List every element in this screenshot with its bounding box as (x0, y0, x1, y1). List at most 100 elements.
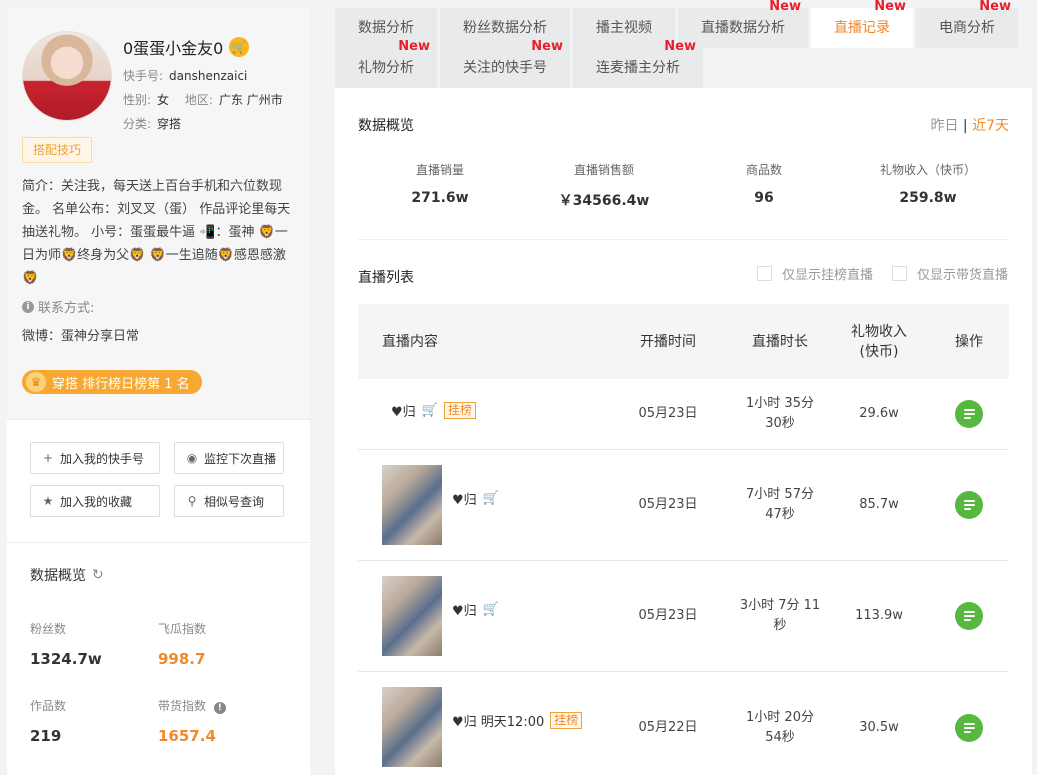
tab-ecommerce[interactable]: 电商分析 New (916, 0, 1018, 48)
monitor-live-label: 监控下次直播 (204, 451, 277, 466)
checkbox-box[interactable] (892, 266, 907, 281)
gender-region: 性别: 女 地区: 广东 广州市 (123, 91, 283, 108)
filter-goods-checkbox[interactable]: 仅显示带货直播 (892, 264, 1008, 283)
date-range: 昨日 | 近7天 (930, 115, 1009, 135)
new-badge: New (979, 0, 1011, 14)
region-label: 地区: (184, 93, 213, 107)
detail-cell (939, 379, 999, 449)
live-title[interactable]: ♥归 🛒 挂榜 (391, 401, 476, 420)
live-duration: 1小时 20分 54秒 (746, 709, 814, 745)
live-duration: 7小时 57分 47秒 (746, 487, 814, 522)
refresh-icon[interactable]: ↻ (92, 567, 104, 583)
crown-icon: ♛ (26, 372, 46, 392)
live-thumbnail[interactable] (382, 687, 442, 767)
left-overview-title: 数据概览 ↻ (30, 565, 104, 585)
detail-list-icon[interactable] (955, 602, 983, 630)
add-favorite-button[interactable]: ★ 加入我的收藏 (30, 485, 160, 517)
summary-value: ￥34566.4w (558, 193, 650, 209)
live-title[interactable]: ♥归 明天12:00 挂榜 (452, 711, 583, 730)
live-date: 05月23日 (638, 497, 698, 512)
summary-gift-income: 礼物收入（快币） 259.8w (848, 161, 1008, 206)
monitor-live-button[interactable]: ◉ 监控下次直播 (174, 442, 284, 474)
live-thumbnail[interactable] (382, 465, 442, 545)
live-date: 05月23日 (638, 608, 698, 623)
header-gift: 礼物收入 (快币) (851, 323, 907, 360)
info-icon: i (22, 300, 34, 313)
table-row: ♥归 🛒 05月23日 7小时 57分 47秒 85.7w (358, 450, 1009, 561)
sales-index-label: 带货指数 (158, 699, 207, 713)
add-kuaishou-label: 加入我的快手号 (60, 451, 145, 466)
fans-stat: 粉丝数 1324.7w (30, 620, 102, 668)
filter-hang-label: 仅显示挂榜直播 (782, 268, 874, 283)
new-badge: New (531, 39, 563, 54)
new-badge: New (398, 39, 430, 54)
rank-badge[interactable]: ♛ 穿搭 排行榜日榜第 1 名 (22, 370, 202, 394)
live-title[interactable]: ♥归 🛒 (452, 489, 499, 508)
live-records-panel: 数据概览 昨日 | 近7天 直播销量 271.6w 直播销售额 ￥34566.4… (335, 88, 1032, 775)
summary-products: 商品数 96 (684, 161, 844, 206)
tab-videos[interactable]: 播主视频 (573, 8, 675, 48)
table-row: ♥归 明天12:00 挂榜 05月22日 1小时 20分 54秒 30.5w (358, 672, 1009, 775)
live-thumbnail[interactable] (382, 576, 442, 656)
tab-label: 粉丝数据分析 (463, 20, 547, 36)
new-badge: New (664, 39, 696, 54)
cart-icon: 🛒 (482, 602, 499, 617)
profile-panel: 0蛋蛋小金友0 🛒 快手号: danshenzaici 性别: 女 地区: 广东 广州… (7, 7, 310, 775)
profile-tag[interactable]: 搭配技巧 (22, 137, 93, 163)
hang-badge: 挂榜 (443, 402, 476, 419)
summary-label: 直播销售额 (573, 163, 634, 177)
detail-cell (939, 450, 999, 560)
tab-label: 播主视频 (596, 20, 652, 36)
live-title[interactable]: ♥归 🛒 (452, 600, 499, 619)
summary-label: 礼物收入（快币） (879, 163, 976, 177)
tab-label: 礼物分析 (358, 60, 414, 76)
header-duration: 直播时长 (752, 333, 808, 350)
similar-search-button[interactable]: ⚲ 相似号查询 (174, 485, 284, 517)
detail-list-icon[interactable] (955, 713, 983, 742)
add-kuaishou-button[interactable]: + 加入我的快手号 (30, 442, 160, 474)
summary-label: 直播销量 (415, 163, 464, 177)
checkbox-box[interactable] (757, 266, 772, 281)
detail-cell (939, 672, 999, 775)
live-gift: 85.7w (859, 497, 899, 512)
table-header: 直播内容 开播时间 直播时长 礼物收入 (快币) 操作 (358, 304, 1009, 379)
filter-hang-checkbox[interactable]: 仅显示挂榜直播 (757, 264, 873, 283)
live-duration: 1小时 35分 30秒 (746, 396, 814, 431)
tab-live-records[interactable]: 直播记录 New (811, 0, 913, 48)
feigua-label: 飞瓜指数 (158, 622, 207, 636)
range-last7[interactable]: 近7天 (972, 118, 1009, 134)
tab-label: 直播记录 (834, 20, 890, 36)
kuaishou-id-label: 快手号: (123, 69, 164, 83)
avatar (22, 31, 112, 121)
tab-lianmai[interactable]: 连麦播主分析 New (573, 40, 703, 88)
works-value: 219 (30, 727, 62, 745)
range-yesterday[interactable]: 昨日 (930, 118, 958, 134)
profile-name-text: 0蛋蛋小金友0 (123, 39, 224, 58)
live-date: 05月22日 (638, 719, 698, 735)
summary-value: 96 (754, 190, 774, 206)
eye-icon: ◉ (186, 451, 198, 465)
kuaishou-id: 快手号: danshenzaici (123, 67, 247, 84)
info-icon[interactable]: ! (213, 702, 226, 714)
left-overview: 数据概览 ↻ 粉丝数 1324.7w 飞瓜指数 998.7 作品数 219 带货… (7, 542, 310, 775)
contact-heading: i 联系方式: (22, 297, 94, 316)
tab-gift-analysis[interactable]: 礼物分析 New (335, 40, 437, 88)
tab-following[interactable]: 关注的快手号 New (440, 40, 570, 88)
gender-label: 性别: (123, 93, 152, 107)
live-date: 05月23日 (638, 406, 698, 421)
category: 分类: 穿搭 (123, 115, 181, 132)
live-title-text: ♥归 (452, 604, 477, 619)
table-row: ♥归 🛒 挂榜 05月23日 1小时 35分 30秒 29.6w (358, 379, 1009, 450)
tab-live-analysis[interactable]: 直播数据分析 New (678, 0, 808, 48)
tab-label: 连麦播主分析 (596, 60, 680, 76)
range-separator: | (962, 118, 968, 134)
profile-card: 0蛋蛋小金友0 🛒 快手号: danshenzaici 性别: 女 地区: 广东 广州… (7, 7, 310, 420)
region-value: 广东 广州市 (218, 93, 283, 107)
shop-badge-icon: 🛒 (229, 37, 250, 57)
left-overview-title-text: 数据概览 (30, 568, 86, 584)
detail-list-icon[interactable] (955, 491, 983, 519)
fans-value: 1324.7w (30, 650, 102, 668)
detail-list-icon[interactable] (955, 400, 983, 428)
summary-value: 259.8w (899, 190, 957, 206)
table-row: ♥归 🛒 05月23日 3小时 7分 11 秒 113.9w (358, 561, 1009, 672)
